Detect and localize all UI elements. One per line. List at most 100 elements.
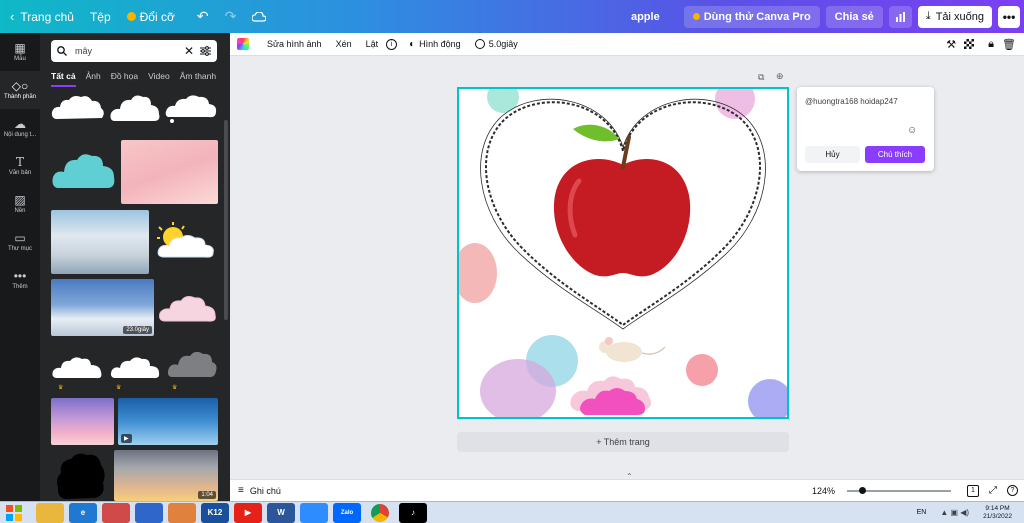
purple-sky-photo[interactable] xyxy=(51,398,114,445)
fullscreen-icon[interactable]: ⤢ xyxy=(989,485,997,496)
taskbar-youtube-icon[interactable]: ▶ xyxy=(234,502,262,523)
download-button[interactable]: ⤓ Tải xuống xyxy=(917,5,992,28)
search-box[interactable]: mây ✕ xyxy=(51,40,217,62)
elements-icon: ◇○ xyxy=(11,79,29,93)
start-button[interactable] xyxy=(0,503,28,523)
rail-item-uploads[interactable]: ☁ Nội dung t... xyxy=(0,109,40,147)
side-rail: ▦ Mẫu ◇○ Thành phần ☁ Nội dung t... T Vă… xyxy=(0,33,40,501)
home-button[interactable]: ‹ Trang chủ xyxy=(0,0,82,33)
crop-button[interactable]: Xén xyxy=(336,39,352,49)
comment-input[interactable]: @huongtra168 hoidap247 xyxy=(805,97,898,106)
add-page-icon[interactable]: ⊕ xyxy=(776,71,784,82)
tab-video[interactable]: Video xyxy=(148,71,170,87)
taskbar-paint-icon[interactable] xyxy=(168,502,196,523)
tab-photos[interactable]: Ảnh xyxy=(86,71,101,87)
zoom-slider-handle[interactable] xyxy=(859,486,867,494)
edit-image-button[interactable]: Sửa hình ảnh xyxy=(267,39,322,49)
help-icon[interactable]: ? xyxy=(1007,485,1018,496)
color-picker-icon[interactable] xyxy=(237,38,249,50)
resize-button[interactable]: Đổi cỡ xyxy=(119,0,183,33)
cloud-video[interactable]: 23.0giây xyxy=(51,279,154,336)
rail-item-more[interactable]: ••• Thêm xyxy=(0,261,40,299)
tab-audio[interactable]: Âm thanh xyxy=(180,71,216,87)
transparency-icon[interactable] xyxy=(964,39,975,49)
template-icon: ▦ xyxy=(14,41,26,55)
cloud-graphic[interactable] xyxy=(164,93,218,123)
panel-scrollbar[interactable] xyxy=(224,120,228,320)
trash-icon[interactable]: 🗑︎ xyxy=(1002,38,1016,51)
page-count-button[interactable]: 1 xyxy=(967,484,979,497)
info-button[interactable]: i xyxy=(386,38,398,50)
sunset-clouds-video[interactable]: 1:04 xyxy=(114,450,218,501)
insights-button[interactable] xyxy=(888,5,912,28)
taskbar-app-icon[interactable] xyxy=(102,502,130,523)
taskbar-ie-icon[interactable]: e xyxy=(69,502,97,523)
taskbar-chrome-icon[interactable] xyxy=(371,503,389,522)
clock[interactable]: 9:14 PM 21/3/2022 xyxy=(983,505,1012,521)
taskbar-tiktok-icon[interactable]: ♪ xyxy=(399,502,427,523)
sun-cloud-graphic[interactable] xyxy=(153,221,218,261)
premium-crown-icon: ♛ xyxy=(172,385,178,391)
rail-label: Mẫu xyxy=(14,56,26,62)
file-menu[interactable]: Tệp xyxy=(82,0,119,33)
more-options-button[interactable]: ••• xyxy=(998,5,1020,28)
chevron-left-icon: ‹ xyxy=(10,9,15,24)
share-button[interactable]: Chia sẻ xyxy=(825,5,883,28)
undo-button[interactable]: ↶ xyxy=(189,0,217,33)
zoom-slider[interactable] xyxy=(847,486,951,494)
redo-button[interactable]: ↷ xyxy=(217,0,245,33)
animate-button[interactable]: ◐ Hình động xyxy=(409,39,461,50)
context-toolbar: Sửa hình ảnh Xén Lật i ◐ Hình động 5.0gi… xyxy=(230,33,1024,56)
filter-icon[interactable] xyxy=(200,46,211,56)
notes-button[interactable]: ≡ Ghi chú xyxy=(238,485,281,496)
zoom-level[interactable]: 124% xyxy=(812,486,835,496)
cloud-graphic-teal[interactable] xyxy=(51,148,117,192)
rail-item-templates[interactable]: ▦ Mẫu xyxy=(0,33,40,71)
taskbar-explorer-icon[interactable] xyxy=(36,502,64,523)
paint-roller-icon[interactable]: ⚒ xyxy=(946,38,956,51)
cloud-graphic[interactable] xyxy=(109,354,161,382)
clear-search-icon[interactable]: ✕ xyxy=(184,44,194,58)
add-page-button[interactable]: + Thêm trang xyxy=(457,432,789,452)
blue-sky-video[interactable]: ▶ xyxy=(118,398,218,445)
black-cloud-graphic[interactable] xyxy=(55,451,107,501)
cloud-graphic[interactable] xyxy=(51,93,105,123)
background-icon: ▨ xyxy=(14,193,26,207)
dark-cloud-graphic[interactable] xyxy=(166,347,218,381)
taskbar-word-icon[interactable]: W xyxy=(267,502,295,523)
design-title[interactable]: apple xyxy=(623,0,668,33)
tab-all[interactable]: Tất cả xyxy=(51,71,76,87)
taskbar-k12-icon[interactable]: K12 xyxy=(201,502,229,523)
cancel-comment-button[interactable]: Hủy xyxy=(805,146,860,163)
cloud-graphic[interactable] xyxy=(51,354,105,382)
duplicate-page-icon[interactable]: ⧉ xyxy=(758,72,764,83)
rail-item-folders[interactable]: ▭ Thư mục xyxy=(0,223,40,261)
download-label: Tải xuống xyxy=(935,10,984,23)
download-icon: ⤓ xyxy=(925,10,931,22)
taskbar-zoom-icon[interactable] xyxy=(300,502,328,523)
emoji-icon[interactable]: ☺ xyxy=(907,125,917,136)
rail-item-background[interactable]: ▨ Nền xyxy=(0,185,40,223)
pink-clouds-photo[interactable] xyxy=(121,140,218,204)
text-icon: T xyxy=(15,155,24,169)
canvas-workspace: ⧉ ⊕ @huongtra168 hoidap247 ☺ Hủy Chú thí… xyxy=(230,56,1024,481)
duration-button[interactable]: 5.0giây xyxy=(474,39,518,49)
taskbar-app-icon[interactable] xyxy=(135,502,163,523)
pink-cloud-graphic[interactable] xyxy=(158,291,218,325)
submit-comment-button[interactable]: Chú thích xyxy=(865,146,925,163)
lock-icon[interactable]: 🔒︎ xyxy=(988,38,994,51)
flip-button[interactable]: Lật xyxy=(366,39,379,49)
tab-graphics[interactable]: Đồ họa xyxy=(111,71,138,87)
try-pro-button[interactable]: Dùng thử Canva Pro xyxy=(683,5,820,28)
search-input[interactable]: mây xyxy=(75,46,184,56)
sky-clouds-photo[interactable] xyxy=(51,210,149,274)
rail-item-text[interactable]: T Văn bản xyxy=(0,147,40,185)
design-page[interactable] xyxy=(457,87,789,419)
rail-item-elements[interactable]: ◇○ Thành phần xyxy=(0,71,40,109)
cloud-graphic[interactable] xyxy=(109,93,161,125)
taskbar-zalo-icon[interactable]: Zalo xyxy=(333,502,361,523)
cloud-save-button[interactable] xyxy=(244,0,274,33)
tray-icons[interactable]: ▲ ▣ ◀) xyxy=(940,508,969,517)
language-indicator[interactable]: EN xyxy=(917,509,927,516)
animate-label: Hình động xyxy=(419,39,461,49)
